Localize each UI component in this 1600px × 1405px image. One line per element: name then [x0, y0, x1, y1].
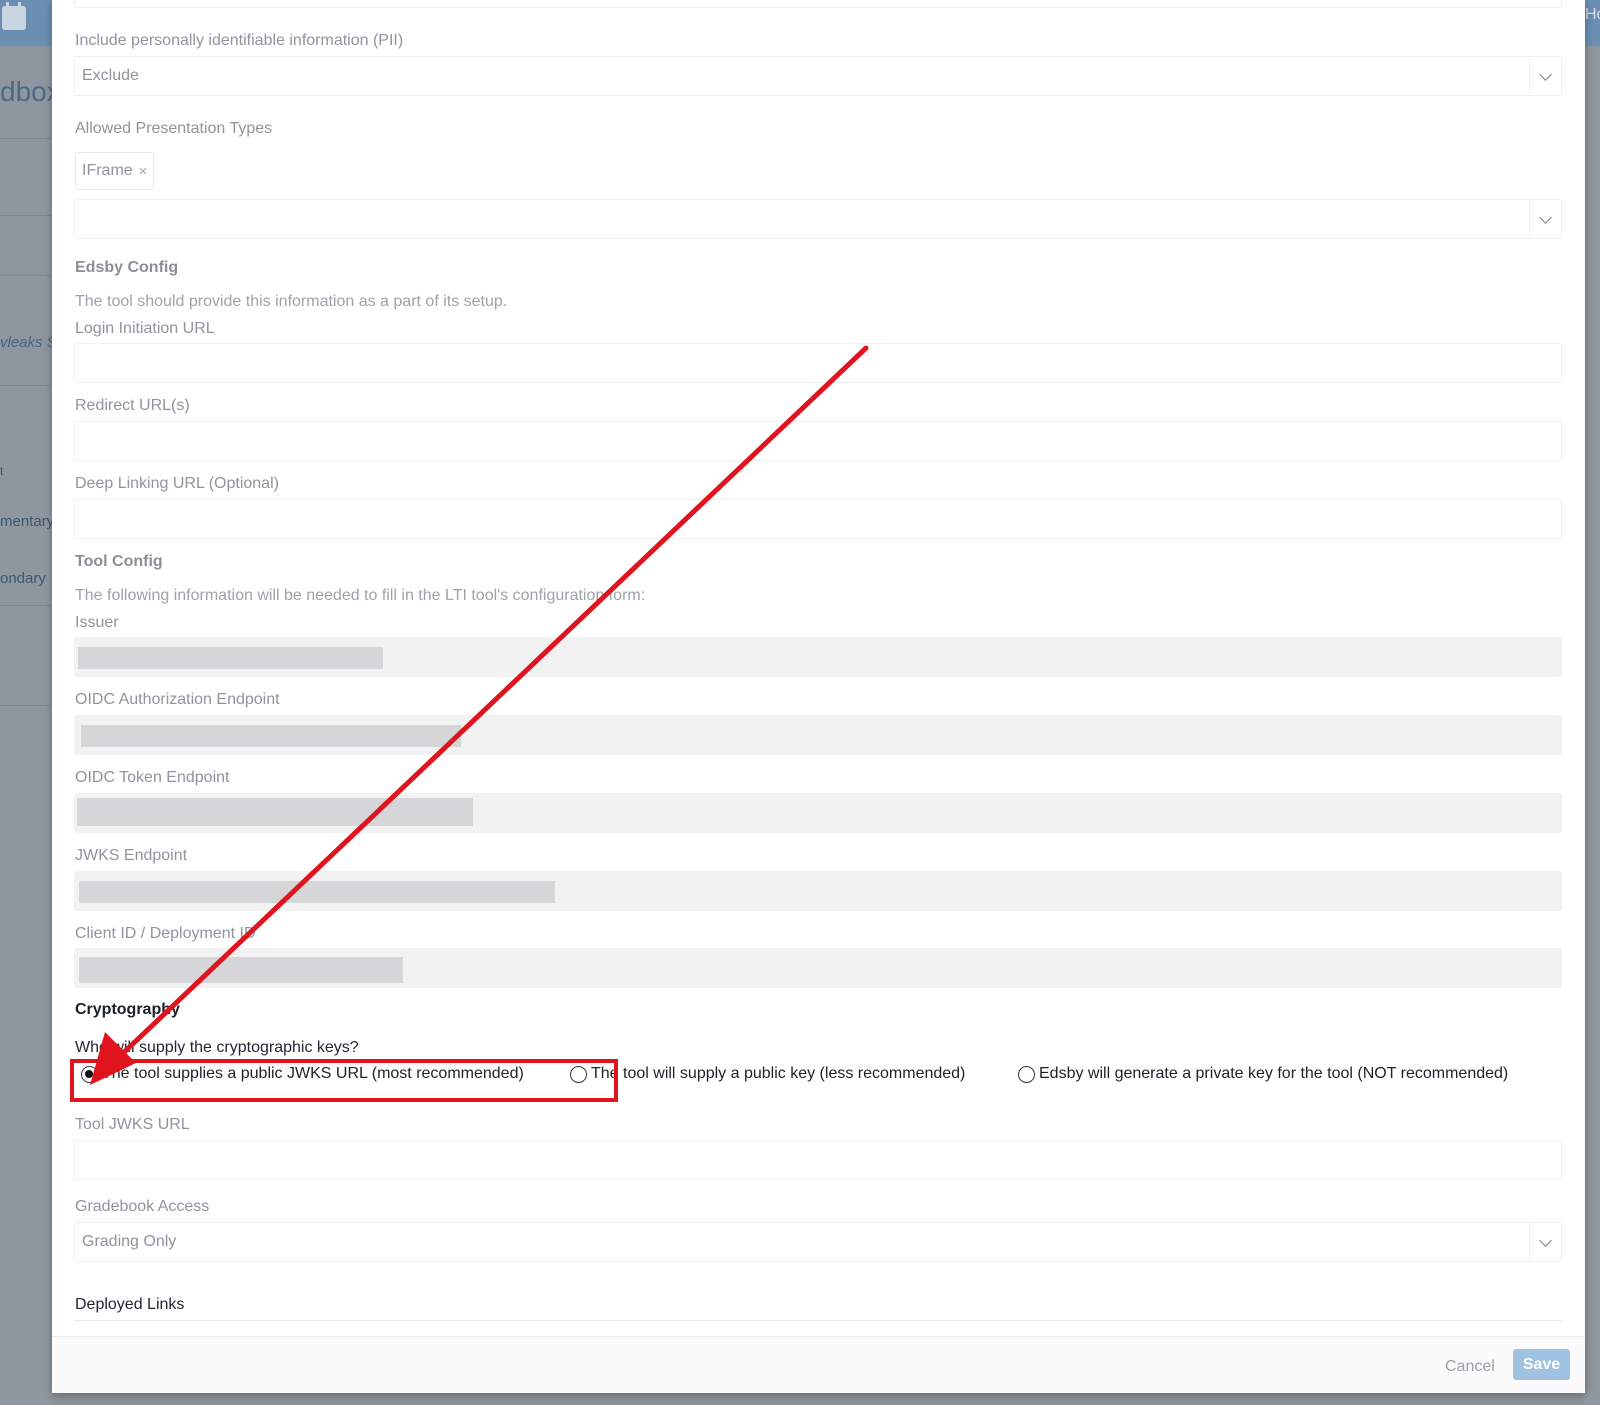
modal-footer: Cancel Save	[52, 1336, 1585, 1393]
background-sidebar	[0, 46, 52, 1405]
previous-field-bottom	[74, 0, 1562, 8]
redirect-url-label: Redirect URL(s)	[75, 397, 190, 414]
oidc-auth-label: OIDC Authorization Endpoint	[75, 691, 280, 708]
gradebook-select-value: Grading Only	[82, 1233, 177, 1250]
client-id-label: Client ID / Deployment ID	[75, 925, 256, 942]
section-divider	[74, 1320, 1562, 1321]
tool-config-title: Tool Config	[75, 553, 163, 570]
presentation-types-label: Allowed Presentation Types	[75, 120, 273, 137]
sidebar-item[interactable]: mentary	[0, 513, 54, 530]
gradebook-select[interactable]: Grading Only	[74, 1222, 1562, 1262]
redacted-value	[81, 725, 461, 747]
oidc-token-field	[74, 793, 1562, 833]
deployed-links-label: Deployed Links	[75, 1296, 185, 1313]
tool-jwks-url-label: Tool JWKS URL	[75, 1116, 190, 1133]
chevron-down-icon	[1539, 1234, 1552, 1247]
cancel-button[interactable]: Cancel	[1445, 1358, 1495, 1376]
gradebook-label: Gradebook Access	[75, 1198, 210, 1215]
edsby-config-title: Edsby Config	[75, 259, 179, 276]
jwks-endpoint-field	[74, 871, 1562, 911]
radio-generate-key[interactable]: Edsby will generate a private key for th…	[1018, 1065, 1508, 1083]
deep-link-label: Deep Linking URL (Optional)	[75, 475, 279, 492]
edsby-config-help: The tool should provide this information…	[75, 293, 508, 310]
redacted-value	[78, 647, 383, 669]
tool-config-help: The following information will be needed…	[75, 587, 646, 604]
redacted-value	[79, 957, 403, 983]
presentation-chip-iframe: IFrame ×	[75, 152, 155, 190]
radio-unchecked-icon[interactable]	[1018, 1065, 1035, 1083]
login-url-label: Login Initiation URL	[75, 320, 215, 337]
chevron-down-icon	[1539, 211, 1552, 224]
close-icon[interactable]: ×	[139, 163, 148, 180]
login-url-input[interactable]	[74, 343, 1562, 383]
chevron-down-icon	[1539, 68, 1552, 81]
annotation-highlight-box	[70, 1059, 618, 1102]
sidebar-fragment: t	[0, 464, 4, 478]
radio-public-key[interactable]: The tool will supply a public key (less …	[570, 1065, 965, 1083]
client-id-field	[74, 948, 1562, 988]
lti-config-modal: Include personally identifiable informat…	[52, 0, 1585, 1393]
issuer-field	[74, 637, 1562, 677]
redacted-value	[79, 881, 555, 903]
background-right-edge	[1585, 46, 1600, 1405]
oidc-auth-field	[74, 715, 1562, 755]
deep-link-input[interactable]	[74, 499, 1562, 539]
redacted-value	[77, 798, 473, 826]
pii-label: Include personally identifiable informat…	[75, 32, 404, 49]
oidc-token-label: OIDC Token Endpoint	[75, 769, 230, 786]
presentation-types-select[interactable]	[74, 199, 1562, 239]
crypto-question: Who will supply the cryptographic keys?	[75, 1039, 359, 1056]
calendar-icon[interactable]	[2, 2, 26, 30]
pii-select[interactable]: Exclude	[74, 56, 1562, 96]
redirect-url-input[interactable]	[74, 421, 1562, 461]
jwks-endpoint-label: JWKS Endpoint	[75, 847, 188, 864]
sidebar-item[interactable]: ondary	[0, 570, 46, 587]
pii-select-value: Exclude	[82, 67, 139, 84]
tool-jwks-url-input[interactable]	[74, 1140, 1562, 1180]
issuer-label: Issuer	[75, 614, 119, 631]
sidebar-item[interactable]: vleaks S	[0, 334, 57, 351]
header-link[interactable]: Hc	[1585, 6, 1600, 24]
save-button[interactable]: Save	[1513, 1349, 1570, 1380]
cryptography-title: Cryptography	[75, 1001, 180, 1018]
